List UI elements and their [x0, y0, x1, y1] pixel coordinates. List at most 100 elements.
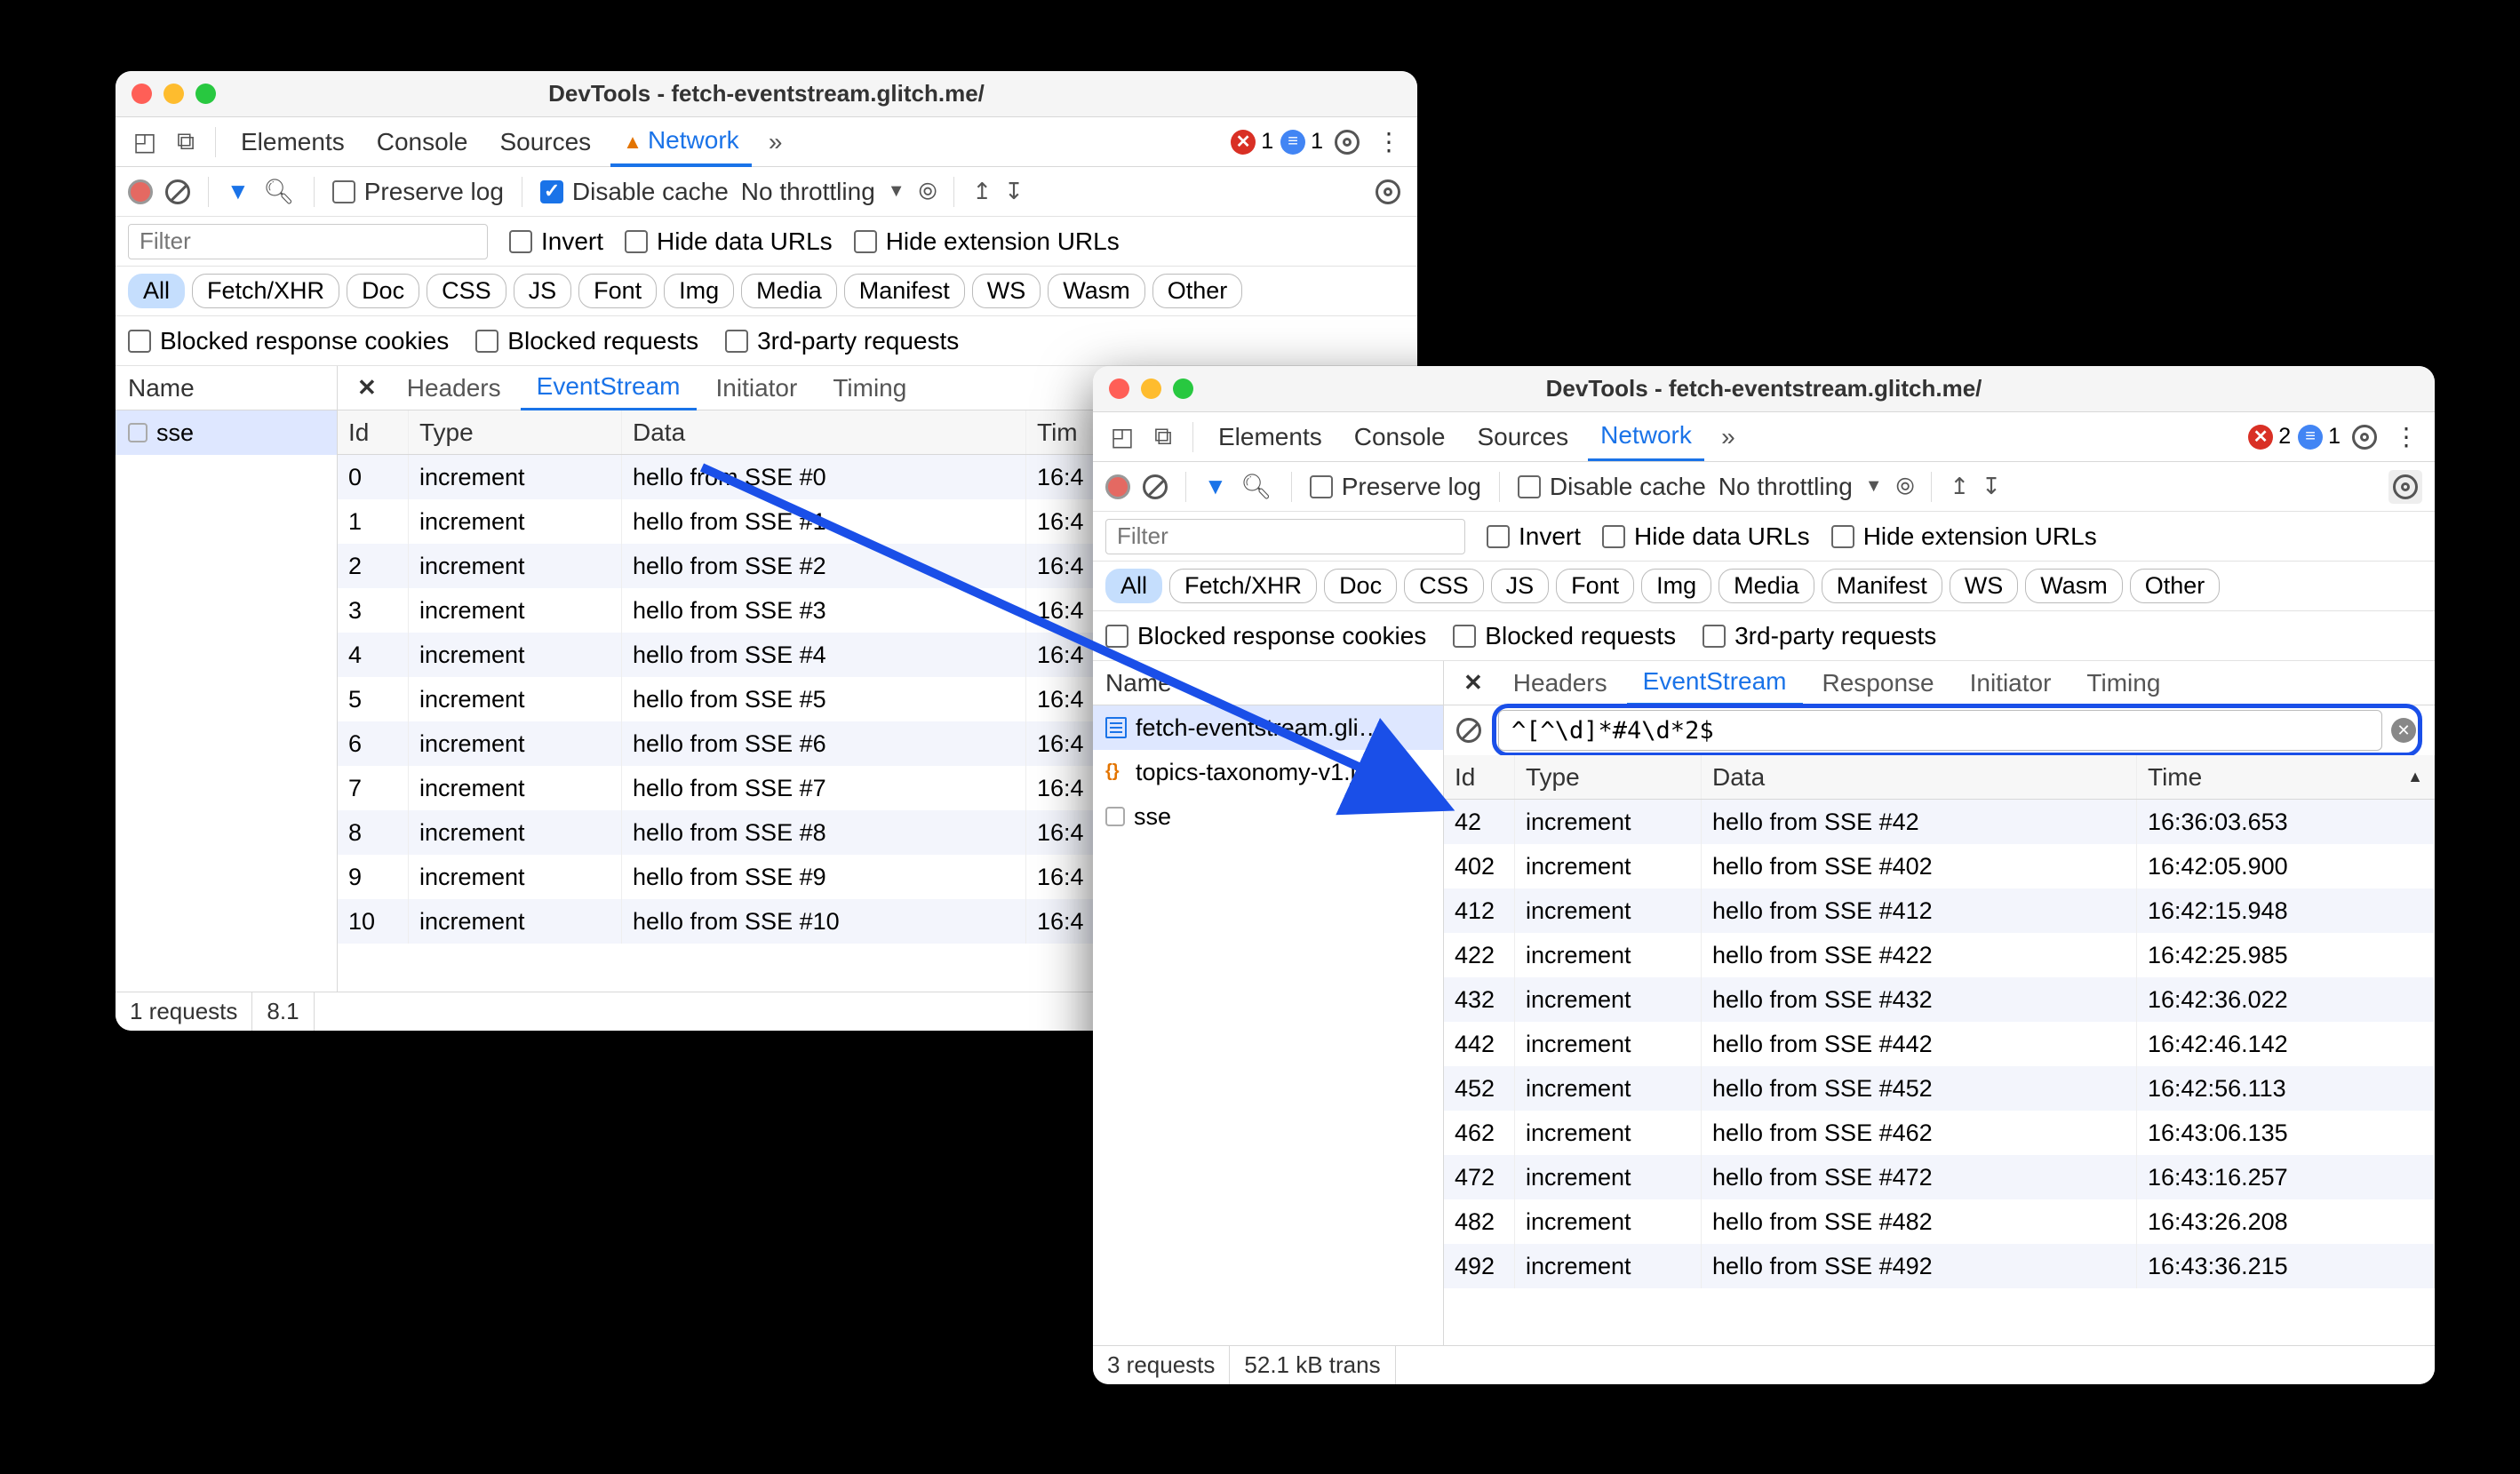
settings-toolbar-icon[interactable] — [1371, 175, 1405, 209]
minimize-icon[interactable] — [163, 84, 184, 104]
close-icon[interactable] — [1109, 378, 1129, 399]
download-icon[interactable]: ↧ — [1982, 473, 2001, 500]
hide-ext-urls-checkbox[interactable]: Hide extension URLs — [1831, 522, 2097, 551]
download-icon[interactable]: ↧ — [1004, 178, 1024, 205]
network-conditions-icon[interactable]: ⦾ — [910, 175, 943, 208]
request-row[interactable]: fetch-eventstream.gli… — [1093, 705, 1443, 750]
invert-checkbox[interactable]: Invert — [509, 227, 603, 256]
hide-data-urls-checkbox[interactable]: Hide data URLs — [1602, 522, 1810, 551]
pill-css[interactable]: CSS — [1404, 569, 1484, 603]
data-row[interactable]: 472incrementhello from SSE #47216:43:16.… — [1444, 1155, 2435, 1199]
data-row[interactable]: 462incrementhello from SSE #46216:43:06.… — [1444, 1111, 2435, 1155]
record-icon[interactable] — [128, 179, 153, 204]
pill-other[interactable]: Other — [1152, 274, 1243, 308]
maximize-icon[interactable] — [1173, 378, 1193, 399]
pill-media[interactable]: Media — [741, 274, 837, 308]
tab-eventstream[interactable]: EventStream — [1627, 660, 1803, 706]
col-id[interactable]: Id — [1444, 755, 1515, 799]
disable-cache-checkbox[interactable]: Disable cache — [540, 178, 729, 206]
request-row-sse[interactable]: sse — [116, 410, 337, 455]
tab-network[interactable]: Network — [1588, 412, 1704, 461]
disable-cache-checkbox[interactable]: Disable cache — [1518, 473, 1706, 501]
pill-manifest[interactable]: Manifest — [844, 274, 965, 308]
inspect-icon[interactable]: ◰ — [128, 125, 162, 159]
close-icon[interactable] — [132, 84, 152, 104]
more-menu-icon[interactable]: ⋮ — [2388, 420, 2422, 454]
device-toolbar-icon[interactable]: ⧉ — [1146, 420, 1180, 454]
device-toolbar-icon[interactable]: ⧉ — [169, 125, 203, 159]
tab-sources[interactable]: Sources — [1464, 414, 1581, 460]
pill-font[interactable]: Font — [1556, 569, 1634, 603]
hide-data-urls-checkbox[interactable]: Hide data URLs — [625, 227, 833, 256]
maximize-icon[interactable] — [195, 84, 216, 104]
pill-wasm[interactable]: Wasm — [1048, 274, 1145, 308]
pill-img[interactable]: Img — [1641, 569, 1711, 603]
clear-events-icon[interactable] — [1456, 718, 1481, 743]
data-row[interactable]: 442incrementhello from SSE #44216:42:46.… — [1444, 1022, 2435, 1066]
tab-timing[interactable]: Timing — [2070, 662, 2176, 705]
tab-initiator[interactable]: Initiator — [700, 367, 814, 410]
tab-response[interactable]: Response — [1806, 662, 1950, 705]
more-tabs-icon[interactable]: » — [1711, 420, 1745, 454]
filter-icon[interactable]: ▼ — [1204, 473, 1227, 500]
record-icon[interactable] — [1105, 474, 1130, 499]
blocked-requests-checkbox[interactable]: Blocked requests — [1453, 622, 1676, 650]
third-party-checkbox[interactable]: 3rd-party requests — [725, 327, 959, 355]
clear-filter-icon[interactable]: ✕ — [2391, 718, 2416, 743]
more-tabs-icon[interactable]: » — [759, 125, 793, 159]
col-data[interactable]: Data — [622, 410, 1026, 454]
blocked-cookies-checkbox[interactable]: Blocked response cookies — [128, 327, 449, 355]
tab-headers[interactable]: Headers — [1497, 662, 1623, 705]
data-row[interactable]: 482incrementhello from SSE #48216:43:26.… — [1444, 1199, 2435, 1244]
search-icon[interactable]: 🔍︎ — [1240, 470, 1273, 504]
col-id[interactable]: Id — [338, 410, 409, 454]
filter-input[interactable] — [128, 224, 488, 259]
invert-checkbox[interactable]: Invert — [1487, 522, 1581, 551]
data-row[interactable]: 412incrementhello from SSE #41216:42:15.… — [1444, 888, 2435, 933]
col-type[interactable]: Type — [1515, 755, 1702, 799]
pill-doc[interactable]: Doc — [1324, 569, 1397, 603]
blocked-requests-checkbox[interactable]: Blocked requests — [475, 327, 698, 355]
pill-manifest[interactable]: Manifest — [1822, 569, 1942, 603]
error-badge[interactable]: ✕1 — [1231, 129, 1273, 155]
tab-sources[interactable]: Sources — [487, 119, 603, 165]
minimize-icon[interactable] — [1141, 378, 1161, 399]
info-badge[interactable]: ≡1 — [1280, 129, 1323, 155]
data-row[interactable]: 452incrementhello from SSE #45216:42:56.… — [1444, 1066, 2435, 1111]
more-menu-icon[interactable]: ⋮ — [1371, 125, 1405, 159]
request-row[interactable]: sse — [1093, 794, 1443, 839]
preserve-log-checkbox[interactable]: Preserve log — [1310, 473, 1481, 501]
tab-console[interactable]: Console — [1342, 414, 1458, 460]
data-row[interactable]: 42incrementhello from SSE #4216:36:03.65… — [1444, 800, 2435, 844]
col-data[interactable]: Data — [1702, 755, 2137, 799]
pill-ws[interactable]: WS — [1950, 569, 2019, 603]
col-time[interactable]: Time▲ — [2137, 755, 2435, 799]
tab-timing[interactable]: Timing — [817, 367, 922, 410]
search-icon[interactable]: 🔍︎ — [262, 175, 296, 209]
pill-font[interactable]: Font — [578, 274, 657, 308]
clear-icon[interactable] — [165, 179, 190, 204]
close-detail-icon[interactable]: ✕ — [1453, 669, 1494, 697]
filter-icon[interactable]: ▼ — [227, 178, 250, 205]
blocked-cookies-checkbox[interactable]: Blocked response cookies — [1105, 622, 1426, 650]
data-row[interactable]: 402incrementhello from SSE #40216:42:05.… — [1444, 844, 2435, 888]
pill-other[interactable]: Other — [2130, 569, 2221, 603]
regex-filter-input[interactable] — [1498, 710, 2382, 751]
pill-js[interactable]: JS — [514, 274, 572, 308]
pill-doc[interactable]: Doc — [347, 274, 419, 308]
clear-icon[interactable] — [1143, 474, 1168, 499]
data-row[interactable]: 432incrementhello from SSE #43216:42:36.… — [1444, 977, 2435, 1022]
settings-icon[interactable] — [2348, 420, 2381, 454]
data-row[interactable]: 422incrementhello from SSE #42216:42:25.… — [1444, 933, 2435, 977]
name-column-header[interactable]: Name — [116, 366, 337, 410]
hide-ext-urls-checkbox[interactable]: Hide extension URLs — [854, 227, 1120, 256]
name-column-header[interactable]: Name — [1093, 661, 1443, 705]
filter-input[interactable] — [1105, 519, 1465, 554]
pill-img[interactable]: Img — [664, 274, 734, 308]
settings-toolbar-icon[interactable] — [2388, 470, 2422, 504]
chevron-down-icon[interactable]: ▼ — [1865, 476, 1883, 497]
throttling-select[interactable]: No throttling — [1719, 473, 1853, 501]
info-badge[interactable]: ≡1 — [2298, 424, 2341, 450]
throttling-select[interactable]: No throttling — [741, 178, 875, 206]
pill-wasm[interactable]: Wasm — [2025, 569, 2123, 603]
